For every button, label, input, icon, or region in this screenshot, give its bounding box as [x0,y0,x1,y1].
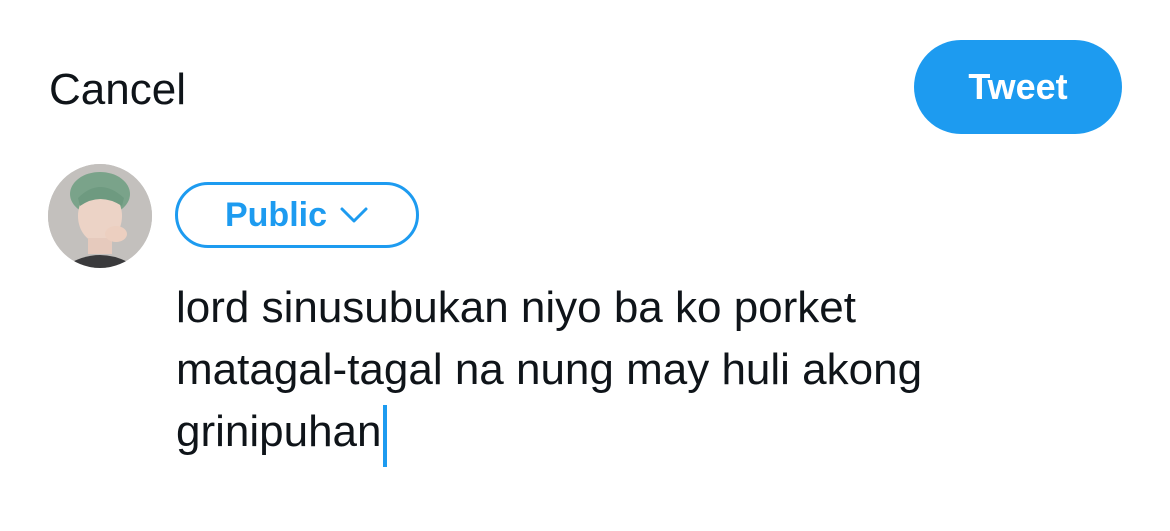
text-cursor [382,405,387,467]
tweet-text-line: grinipuhan [176,401,1116,467]
tweet-button[interactable]: Tweet [914,40,1122,134]
chevron-down-icon [339,206,369,224]
avatar-image [48,164,152,268]
audience-selector[interactable]: Public [175,182,419,248]
audience-label: Public [224,195,328,234]
cancel-button[interactable]: Cancel [49,64,186,116]
tweet-text-line: matagal-tagal na nung may huli akong [176,345,923,394]
tweet-text-line: lord sinusubukan niyo ba ko porket [176,283,856,332]
tweet-text-input[interactable]: lord sinusubukan niyo ba ko porket matag… [176,277,1116,467]
avatar[interactable] [48,164,152,268]
